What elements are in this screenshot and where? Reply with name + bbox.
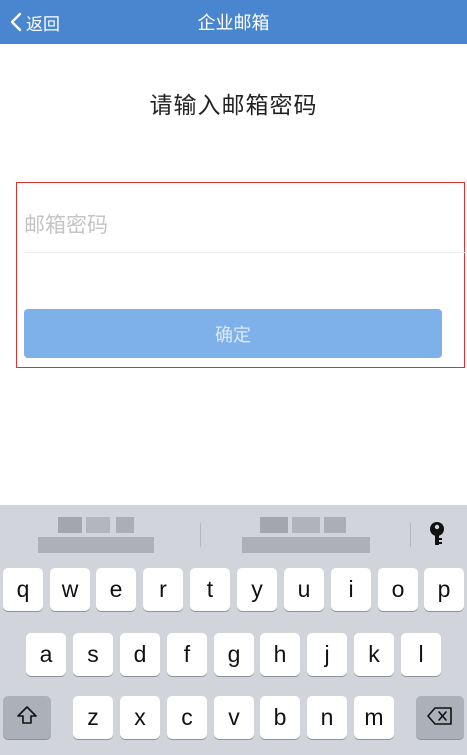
key-c[interactable]: c <box>167 696 207 739</box>
suggestion-separator <box>200 523 201 547</box>
key-a[interactable]: a <box>26 633 66 676</box>
key-w[interactable]: w <box>50 568 90 611</box>
key-d[interactable]: d <box>120 633 160 676</box>
confirm-button[interactable]: 确定 <box>24 309 442 358</box>
key-r[interactable]: r <box>143 568 183 611</box>
key-l[interactable]: l <box>401 633 441 676</box>
key-h[interactable]: h <box>260 633 300 676</box>
keyboard: q w e r t y u i o p a s d f g h j k l z … <box>0 505 467 755</box>
back-button[interactable]: 返回 <box>10 0 60 44</box>
suggestion-item[interactable] <box>34 513 184 555</box>
key-j[interactable]: j <box>307 633 347 676</box>
chevron-left-icon <box>10 12 22 32</box>
input-divider <box>24 252 465 253</box>
key-z[interactable]: z <box>73 696 113 739</box>
key-o[interactable]: o <box>378 568 418 611</box>
suggestion-item[interactable] <box>242 513 382 555</box>
key-q[interactable]: q <box>3 568 43 611</box>
shift-key[interactable] <box>3 696 51 739</box>
key-v[interactable]: v <box>214 696 254 739</box>
key-k[interactable]: k <box>354 633 394 676</box>
shift-icon <box>16 704 38 731</box>
key-u[interactable]: u <box>284 568 324 611</box>
page-title: 企业邮箱 <box>197 13 270 34</box>
key-e[interactable]: e <box>96 568 136 611</box>
password-input[interactable] <box>24 200 442 250</box>
back-label: 返回 <box>26 14 60 35</box>
key-t[interactable]: t <box>190 568 230 611</box>
key-y[interactable]: y <box>237 568 277 611</box>
nav-bar: 返回 企业邮箱 <box>0 0 467 44</box>
key-g[interactable]: g <box>214 633 254 676</box>
suggestion-bar <box>0 505 467 563</box>
key-m[interactable]: m <box>354 696 394 739</box>
key-p[interactable]: p <box>424 568 464 611</box>
key-x[interactable]: x <box>120 696 160 739</box>
key-icon[interactable] <box>428 521 446 551</box>
key-s[interactable]: s <box>73 633 113 676</box>
delete-key[interactable] <box>416 696 464 739</box>
key-f[interactable]: f <box>167 633 207 676</box>
password-prompt: 请输入邮箱密码 <box>149 93 318 119</box>
key-b[interactable]: b <box>260 696 300 739</box>
key-i[interactable]: i <box>331 568 371 611</box>
delete-icon <box>427 704 453 731</box>
suggestion-separator <box>410 523 411 547</box>
key-n[interactable]: n <box>307 696 347 739</box>
